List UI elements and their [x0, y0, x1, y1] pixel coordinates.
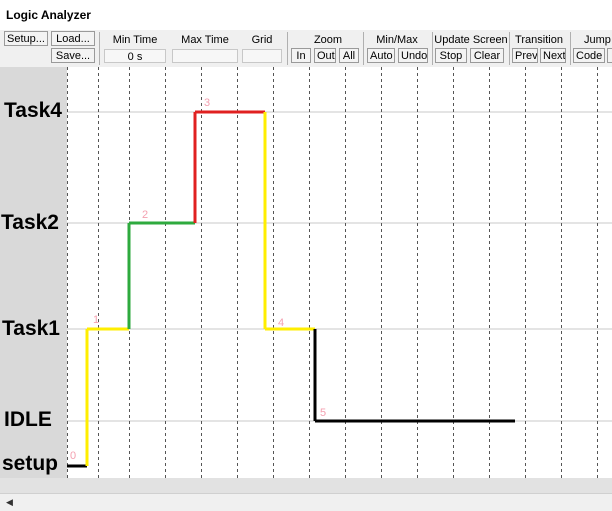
- toolbar-separator: [509, 32, 510, 65]
- title-bar: Logic Analyzer: [0, 0, 612, 31]
- max-time-label: Max Time: [181, 34, 229, 46]
- save-button[interactable]: Save...: [51, 48, 95, 63]
- toolbar: Setup... Load... Save... Min Time 0 s Ma…: [0, 30, 612, 68]
- toolbar-separator: [570, 32, 571, 65]
- zoom-all-button[interactable]: All: [339, 48, 359, 63]
- minmax-undo-button[interactable]: Undo: [398, 48, 428, 63]
- min-time-label: Min Time: [112, 34, 158, 46]
- transition-prev-button[interactable]: Prev: [512, 48, 538, 63]
- transition-point-label: 2: [142, 209, 148, 221]
- jump-trace-button[interactable]: [607, 48, 612, 63]
- logic-analyzer-window: Logic Analyzer Setup... Load... Save... …: [0, 0, 612, 511]
- waveform-area[interactable]: 0 1 2 3 4 5: [67, 67, 612, 478]
- window-title: Logic Analyzer: [6, 8, 91, 22]
- scroll-left-arrow-icon[interactable]: ◀: [6, 497, 13, 508]
- update-clear-button[interactable]: Clear: [470, 48, 504, 63]
- min-time-field[interactable]: 0 s: [104, 49, 166, 63]
- toolbar-separator: [432, 32, 433, 65]
- signal-label-task2: Task2: [1, 211, 59, 234]
- load-button[interactable]: Load...: [51, 31, 95, 46]
- update-screen-label: Update Screen: [434, 34, 508, 46]
- update-stop-button[interactable]: Stop: [435, 48, 467, 63]
- horizontal-gap-bar: [0, 478, 612, 493]
- minmax-auto-button[interactable]: Auto: [367, 48, 395, 63]
- minmax-label: Min/Max: [376, 34, 418, 46]
- transition-point-label: 1: [93, 314, 99, 326]
- toolbar-separator: [99, 32, 100, 65]
- max-time-field[interactable]: [172, 49, 238, 63]
- toolbar-separator: [363, 32, 364, 65]
- transition-point-label: 0: [70, 450, 76, 462]
- transition-label: Transition: [515, 34, 563, 46]
- grid-label: Grid: [251, 34, 273, 46]
- horizontal-scrollbar[interactable]: ◀: [0, 493, 612, 511]
- jump-code-button[interactable]: Code: [573, 48, 605, 63]
- signal-label-idle: IDLE: [4, 408, 52, 431]
- transition-next-button[interactable]: Next: [540, 48, 566, 63]
- toolbar-separator: [287, 32, 288, 65]
- zoom-out-button[interactable]: Out: [314, 48, 336, 63]
- transition-point-label: 3: [204, 97, 210, 109]
- jump-label: Jump: [584, 34, 611, 46]
- setup-button[interactable]: Setup...: [4, 31, 48, 46]
- signal-label-task4: Task4: [4, 99, 62, 122]
- transition-point-label: 5: [320, 407, 326, 419]
- zoom-in-button[interactable]: In: [291, 48, 311, 63]
- zoom-label: Zoom: [313, 34, 343, 46]
- grid-field[interactable]: [242, 49, 282, 63]
- waveform-svg: 0 1 2 3 4 5: [67, 67, 612, 478]
- signal-label-setup: setup: [2, 452, 59, 475]
- transition-point-label: 4: [278, 317, 284, 329]
- signal-label-task1: Task1: [2, 317, 60, 340]
